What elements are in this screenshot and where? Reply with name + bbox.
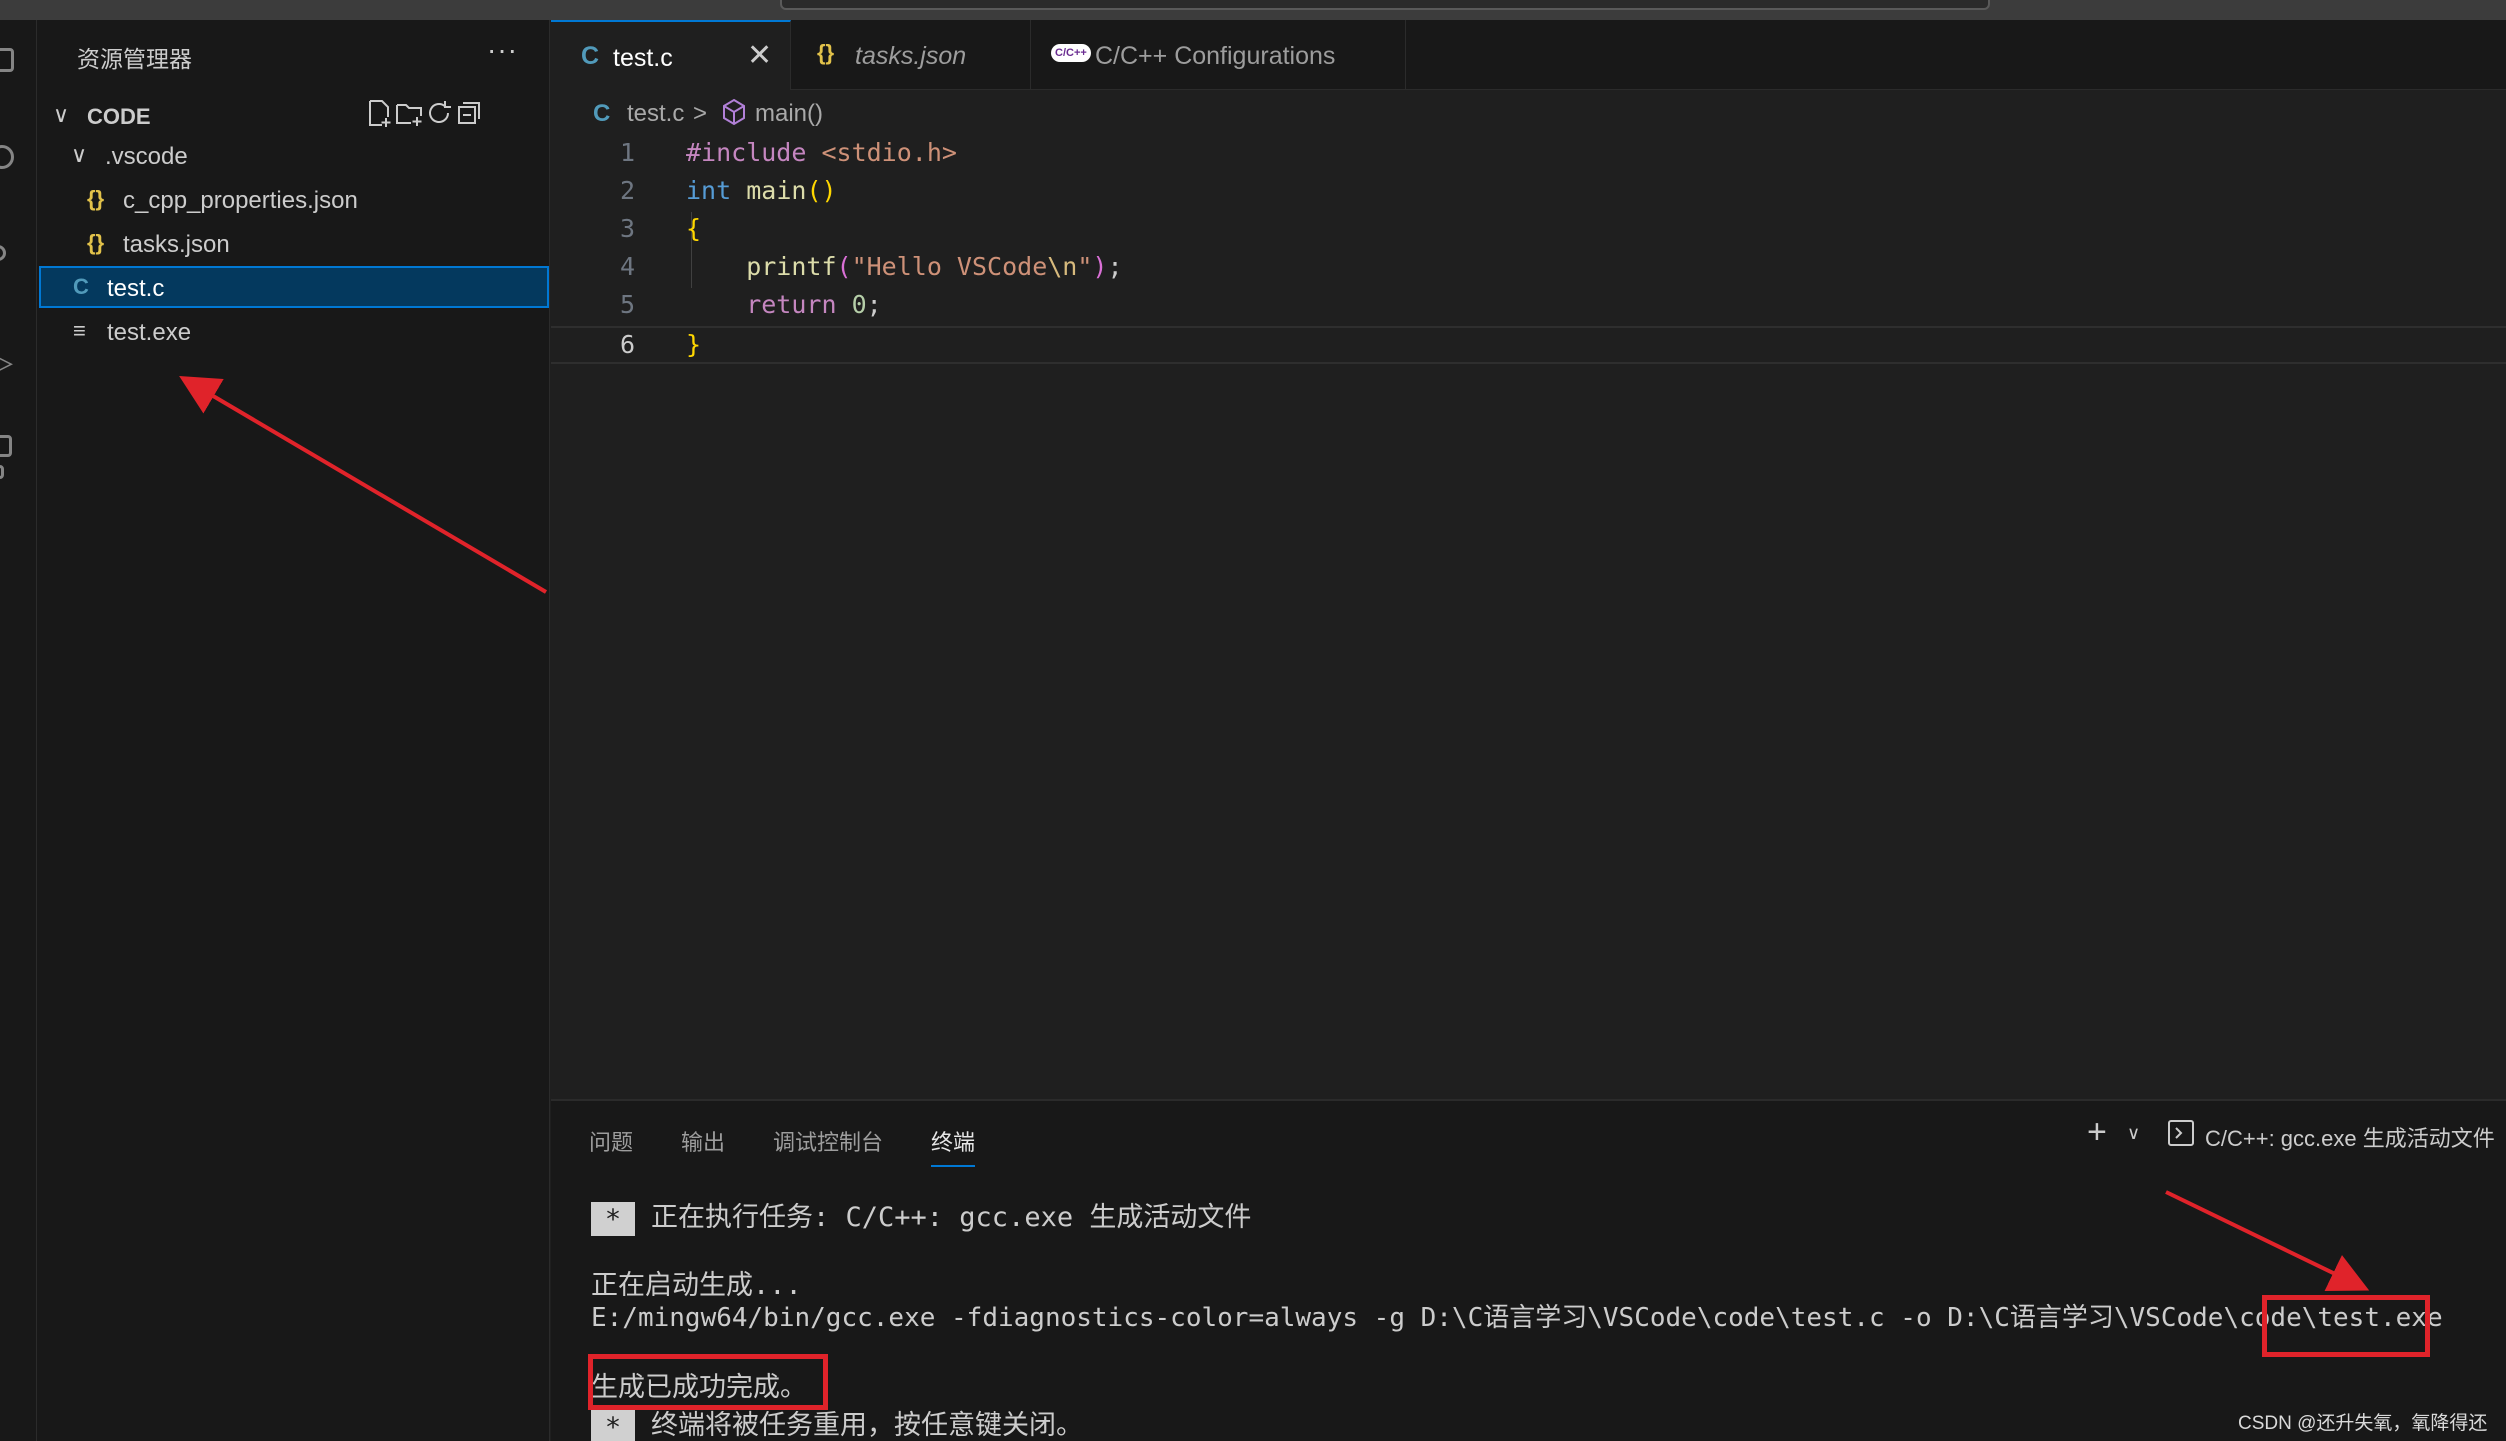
annotation-arrows: [179, 375, 2370, 1292]
annotation-arrow-exe: [2165, 1190, 2370, 1292]
annotation-arrow-sidebar: [179, 375, 548, 594]
